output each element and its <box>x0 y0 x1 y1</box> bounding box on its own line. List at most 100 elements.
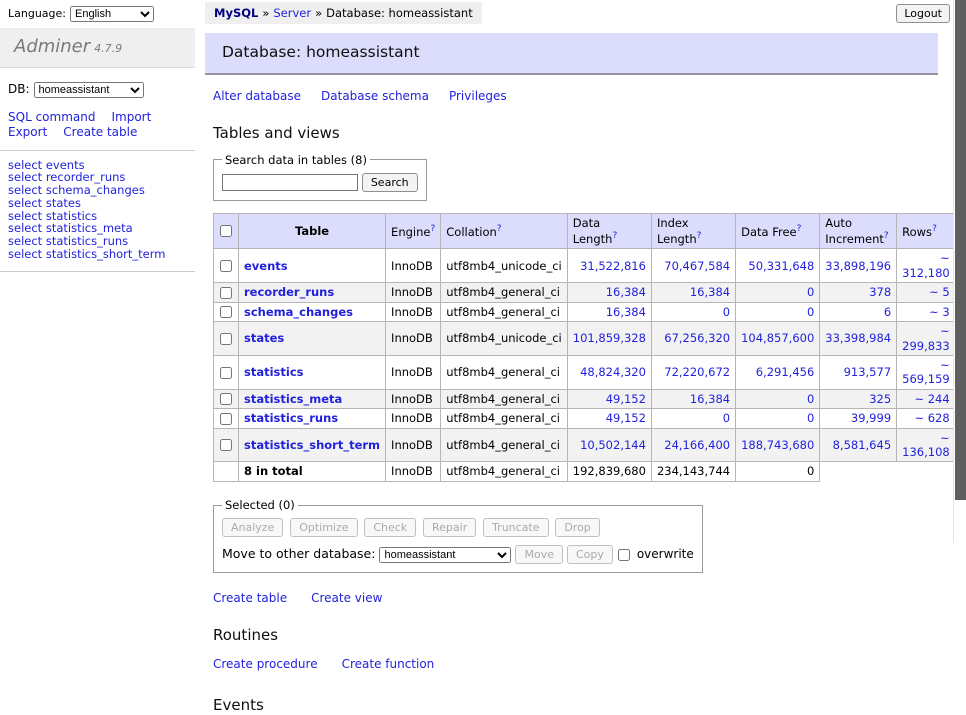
index-length-link[interactable]: 67,256,320 <box>664 331 730 345</box>
breadcrumb-server-link[interactable]: Server <box>273 6 311 20</box>
table-link[interactable]: statistics_meta <box>244 392 342 406</box>
breadcrumb-mysql-link[interactable]: MySQL <box>214 6 258 20</box>
help-icon[interactable]: ? <box>797 224 802 234</box>
help-icon[interactable]: ? <box>497 224 502 234</box>
sidebar-item-select-states[interactable]: select states <box>8 197 195 210</box>
table-link[interactable]: events <box>244 259 288 273</box>
auto-increment-link[interactable]: 6 <box>884 305 891 319</box>
sidebar-link-import[interactable]: Import <box>111 110 151 125</box>
help-icon[interactable]: ? <box>884 231 889 241</box>
row-checkbox[interactable] <box>220 439 232 451</box>
privileges-link[interactable]: Privileges <box>449 89 507 103</box>
data-length-link[interactable]: 48,824,320 <box>580 365 646 379</box>
rows-count-link[interactable]: ~ 3 <box>929 305 950 319</box>
row-checkbox[interactable] <box>220 367 232 379</box>
search-input[interactable] <box>222 174 358 191</box>
index-length-link[interactable]: 16,384 <box>690 285 730 299</box>
check-button[interactable]: Check <box>364 518 416 537</box>
help-icon[interactable]: ? <box>697 231 702 241</box>
rows-count-link[interactable]: ~ 628 <box>914 411 949 425</box>
help-icon[interactable]: ? <box>932 224 937 234</box>
row-checkbox[interactable] <box>220 413 232 425</box>
data-length-link[interactable]: 31,522,816 <box>580 259 646 273</box>
move-button[interactable]: Move <box>515 545 563 564</box>
create-procedure-link[interactable]: Create procedure <box>213 657 318 671</box>
row-checkbox[interactable] <box>220 260 232 272</box>
help-icon[interactable]: ? <box>430 224 435 234</box>
analyze-button[interactable]: Analyze <box>222 518 283 537</box>
table-link[interactable]: statistics_runs <box>244 411 338 425</box>
auto-increment-link[interactable]: 39,999 <box>851 411 891 425</box>
auto-increment-link[interactable]: 913,577 <box>844 365 892 379</box>
table-link[interactable]: schema_changes <box>244 305 353 319</box>
optimize-button[interactable]: Optimize <box>290 518 357 537</box>
index-length-link[interactable]: 70,467,584 <box>664 259 730 273</box>
create-view-link[interactable]: Create view <box>311 591 382 605</box>
vertical-scrollbar[interactable] <box>953 0 966 543</box>
selected-legend: Selected (0) <box>222 498 298 512</box>
data-free-link[interactable]: 0 <box>807 411 814 425</box>
rows-count-link[interactable]: ~ 312,180 <box>902 251 950 279</box>
index-length-link[interactable]: 72,220,672 <box>664 365 730 379</box>
row-checkbox[interactable] <box>220 333 232 345</box>
data-free-link[interactable]: 0 <box>807 285 814 299</box>
data-free-link[interactable]: 0 <box>807 305 814 319</box>
row-checkbox[interactable] <box>220 287 232 299</box>
data-free-link[interactable]: 188,743,680 <box>741 438 814 452</box>
row-checkbox[interactable] <box>220 306 232 318</box>
table-link[interactable]: states <box>244 331 284 345</box>
auto-increment-link[interactable]: 378 <box>869 285 891 299</box>
drop-button[interactable]: Drop <box>555 518 599 537</box>
create-function-link[interactable]: Create function <box>342 657 435 671</box>
data-free-link[interactable]: 6,291,456 <box>756 365 815 379</box>
rows-count-link[interactable]: ~ 5 <box>929 285 950 299</box>
move-database-select[interactable]: homeassistant <box>379 547 511 563</box>
data-length-link[interactable]: 16,384 <box>606 305 646 319</box>
sidebar-link-create-table[interactable]: Create table <box>63 125 137 140</box>
total-index-length: 234,143,744 <box>651 462 735 481</box>
data-length-link[interactable]: 16,384 <box>606 285 646 299</box>
data-free-link[interactable]: 0 <box>807 392 814 406</box>
data-free-link[interactable]: 50,331,648 <box>748 259 814 273</box>
data-free-link[interactable]: 104,857,600 <box>741 331 814 345</box>
select-all-checkbox[interactable] <box>220 225 232 237</box>
overwrite-checkbox[interactable] <box>618 549 630 561</box>
db-select[interactable]: homeassistant <box>34 82 144 98</box>
sidebar-item-select-statistics-short-term[interactable]: select statistics_short_term <box>8 248 195 261</box>
auto-increment-link[interactable]: 8,581,645 <box>833 438 892 452</box>
create-table-link[interactable]: Create table <box>213 591 287 605</box>
data-length-link[interactable]: 10,502,144 <box>580 438 646 452</box>
table-link[interactable]: statistics_short_term <box>244 438 380 452</box>
auto-increment-link[interactable]: 33,898,196 <box>825 259 891 273</box>
auto-increment-link[interactable]: 325 <box>869 392 891 406</box>
rows-count-link[interactable]: ~ 136,108 <box>902 431 950 459</box>
sidebar-link-export[interactable]: Export <box>8 125 47 140</box>
auto-increment-link[interactable]: 33,398,984 <box>825 331 891 345</box>
rows-count-link[interactable]: ~ 244 <box>914 392 949 406</box>
alter-database-link[interactable]: Alter database <box>213 89 301 103</box>
index-length-link[interactable]: 24,166,400 <box>664 438 730 452</box>
rows-count-link[interactable]: ~ 299,833 <box>902 324 950 352</box>
logout-button[interactable]: Logout <box>896 4 950 23</box>
sidebar-item-select-schema-changes[interactable]: select schema_changes <box>8 184 195 197</box>
column-header-collation: Collation? <box>441 213 568 249</box>
data-length-link[interactable]: 101,859,328 <box>573 331 646 345</box>
index-length-link[interactable]: 16,384 <box>690 392 730 406</box>
data-length-link[interactable]: 49,152 <box>606 411 646 425</box>
rows-count-link[interactable]: ~ 569,159 <box>902 358 950 386</box>
repair-button[interactable]: Repair <box>423 518 476 537</box>
truncate-button[interactable]: Truncate <box>483 518 548 537</box>
table-link[interactable]: statistics <box>244 365 304 379</box>
help-icon[interactable]: ? <box>612 231 617 241</box>
scrollbar-thumb[interactable] <box>955 0 966 500</box>
row-checkbox[interactable] <box>220 393 232 405</box>
search-button[interactable]: Search <box>362 173 418 192</box>
table-link[interactable]: recorder_runs <box>244 285 334 299</box>
index-length-link[interactable]: 0 <box>723 305 730 319</box>
copy-button[interactable]: Copy <box>567 545 613 564</box>
language-select[interactable]: English <box>70 6 154 22</box>
index-length-link[interactable]: 0 <box>723 411 730 425</box>
data-length-link[interactable]: 49,152 <box>606 392 646 406</box>
database-schema-link[interactable]: Database schema <box>321 89 429 103</box>
sidebar-link-sql-command[interactable]: SQL command <box>8 110 95 125</box>
